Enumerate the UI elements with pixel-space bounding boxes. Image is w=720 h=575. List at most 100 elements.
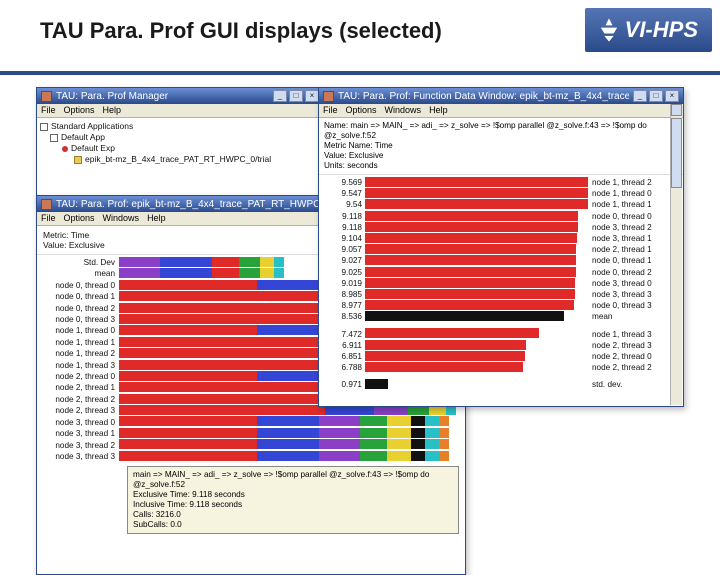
func-bar-row[interactable] <box>365 340 589 350</box>
func-bar-row[interactable] <box>365 362 589 372</box>
bar-segment[interactable] <box>119 416 257 426</box>
bar-segment[interactable] <box>257 280 319 290</box>
menu-options[interactable]: Options <box>346 105 377 116</box>
bar-segment[interactable] <box>319 416 360 426</box>
bar-segment[interactable] <box>425 451 439 461</box>
window-titlebar[interactable]: TAU: Para. Prof Manager _ □ × <box>37 88 323 104</box>
bar-segment[interactable] <box>160 257 212 267</box>
bar-segment[interactable] <box>360 451 388 461</box>
func-bar[interactable] <box>365 351 525 361</box>
bar-segment[interactable] <box>119 303 325 313</box>
func-bar[interactable] <box>365 211 578 221</box>
bar-segment[interactable] <box>257 439 319 449</box>
tree-app[interactable]: Default App <box>61 132 105 143</box>
func-bar-row[interactable] <box>365 255 589 265</box>
bar-segment[interactable] <box>119 371 257 381</box>
bar-segment[interactable] <box>319 439 360 449</box>
func-bar[interactable] <box>365 340 526 350</box>
func-bar[interactable] <box>365 267 576 277</box>
menu-windows[interactable]: Windows <box>103 213 140 224</box>
bar-segment[interactable] <box>257 416 319 426</box>
scrollbar-vertical[interactable] <box>670 104 682 405</box>
bar-segment[interactable] <box>239 268 260 278</box>
maximize-button[interactable]: □ <box>289 90 303 102</box>
tree-exp[interactable]: Default Exp <box>71 143 115 154</box>
menu-file[interactable]: File <box>323 105 338 116</box>
bar-segment[interactable] <box>360 416 388 426</box>
func-bar[interactable] <box>365 199 588 209</box>
bar-segment[interactable] <box>274 268 284 278</box>
minimize-button[interactable]: _ <box>633 90 647 102</box>
bar-segment[interactable] <box>387 451 411 461</box>
func-bar[interactable] <box>365 289 575 299</box>
scroll-thumb[interactable] <box>671 118 682 188</box>
close-button[interactable]: × <box>305 90 319 102</box>
bar-segment[interactable] <box>387 439 411 449</box>
bar-segment[interactable] <box>260 268 274 278</box>
func-bar-row[interactable] <box>365 177 589 187</box>
func-bar[interactable] <box>365 278 575 288</box>
profile-bar-row[interactable] <box>119 439 463 449</box>
bar-segment[interactable] <box>119 348 325 358</box>
func-bar[interactable] <box>365 300 574 310</box>
bar-segment[interactable] <box>119 439 257 449</box>
bar-segment[interactable] <box>387 416 411 426</box>
minimize-button[interactable]: _ <box>273 90 287 102</box>
bar-segment[interactable] <box>360 439 388 449</box>
func-bar-row[interactable] <box>365 278 589 288</box>
window-titlebar[interactable]: TAU: Para. Prof: Function Data Window: e… <box>319 88 683 104</box>
bar-segment[interactable] <box>212 268 240 278</box>
func-bar-row[interactable] <box>365 233 589 243</box>
bar-segment[interactable] <box>257 371 319 381</box>
bar-segment[interactable] <box>425 428 439 438</box>
bar-segment[interactable] <box>160 268 212 278</box>
bar-segment[interactable] <box>411 416 425 426</box>
bar-column[interactable] <box>365 177 589 391</box>
func-bar-row[interactable] <box>365 188 589 198</box>
func-bar-row[interactable] <box>365 267 589 277</box>
bar-segment[interactable] <box>119 268 160 278</box>
bar-segment[interactable] <box>119 382 325 392</box>
bar-segment[interactable] <box>119 394 325 404</box>
bar-segment[interactable] <box>260 257 274 267</box>
profile-bar-row[interactable] <box>119 428 463 438</box>
tree-trial[interactable]: epik_bt-mz_B_4x4_trace_PAT_RT_HWPC_0/tri… <box>85 154 271 165</box>
func-bar-row[interactable] <box>365 351 589 361</box>
bar-segment[interactable] <box>119 451 257 461</box>
menu-file[interactable]: File <box>41 213 56 224</box>
func-bar-row[interactable] <box>365 289 589 299</box>
bar-segment[interactable] <box>212 257 240 267</box>
func-bar[interactable] <box>365 255 576 265</box>
scroll-up-button[interactable] <box>671 104 682 116</box>
bar-segment[interactable] <box>274 257 284 267</box>
bar-segment[interactable] <box>239 257 260 267</box>
bar-segment[interactable] <box>119 280 257 290</box>
bar-segment[interactable] <box>119 428 257 438</box>
func-bar-row[interactable] <box>365 328 589 338</box>
bar-segment[interactable] <box>119 405 325 415</box>
menu-help[interactable]: Help <box>103 105 122 116</box>
profile-bar-row[interactable] <box>119 451 463 461</box>
bar-segment[interactable] <box>257 428 319 438</box>
menu-options[interactable]: Options <box>64 105 95 116</box>
func-bar[interactable] <box>365 244 576 254</box>
maximize-button[interactable]: □ <box>649 90 663 102</box>
bar-segment[interactable] <box>439 428 449 438</box>
func-bar[interactable] <box>365 233 577 243</box>
bar-segment[interactable] <box>411 451 425 461</box>
bar-segment[interactable] <box>119 325 257 335</box>
func-bar[interactable] <box>365 177 588 187</box>
bar-segment[interactable] <box>119 257 160 267</box>
bar-segment[interactable] <box>439 439 449 449</box>
menu-file[interactable]: File <box>41 105 56 116</box>
func-bar[interactable] <box>365 188 588 198</box>
func-bar[interactable] <box>365 379 388 389</box>
func-bar-row[interactable] <box>365 199 589 209</box>
bar-segment[interactable] <box>319 428 360 438</box>
close-button[interactable]: × <box>665 90 679 102</box>
bar-segment[interactable] <box>257 325 319 335</box>
func-bar[interactable] <box>365 311 564 321</box>
bar-segment[interactable] <box>411 428 425 438</box>
func-bar[interactable] <box>365 362 523 372</box>
func-bar-row[interactable] <box>365 244 589 254</box>
